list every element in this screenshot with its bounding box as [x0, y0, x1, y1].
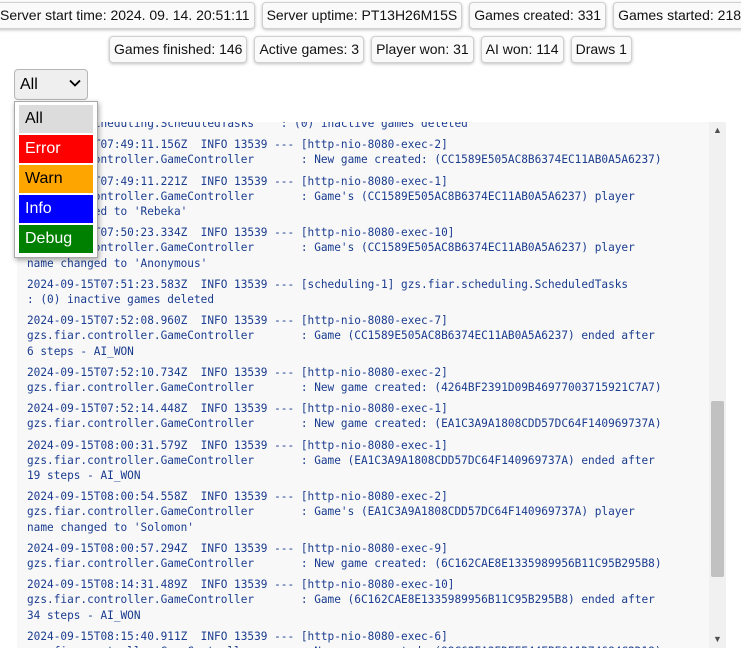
stat-active-games: Active games: 3: [254, 36, 365, 63]
log-panel[interactable]: gzs.fiar.scheduling.ScheduledTasks : (0)…: [17, 122, 726, 648]
log-output: gzs.fiar.scheduling.ScheduledTasks : (0)…: [27, 122, 704, 648]
option-debug[interactable]: Debug: [19, 225, 93, 253]
stat-games-finished: Games finished: 146: [109, 36, 248, 63]
stats-row-1: Server start time: 2024. 09. 14. 20:51:1…: [0, 2, 741, 29]
stat-games-created: Games created: 331: [469, 2, 607, 29]
log-entry: 2024-09-15T07:52:14.448Z INFO 13539 --- …: [27, 402, 662, 431]
option-info[interactable]: Info: [19, 195, 93, 223]
log-entry: 2024-09-15T08:00:54.558Z INFO 13539 --- …: [27, 490, 635, 534]
stat-server-start-time: Server start time: 2024. 09. 14. 20:51:1…: [0, 2, 255, 29]
scrollbar[interactable]: ▲ ▼: [709, 122, 726, 648]
stat-draws: Draws 1: [570, 36, 632, 63]
scroll-up-arrow-icon[interactable]: ▲: [709, 122, 726, 139]
scroll-thumb[interactable]: [711, 401, 724, 577]
scroll-down-arrow-icon[interactable]: ▼: [709, 631, 726, 648]
log-entry: 2024-09-15T07:51:23.583Z INFO 13539 --- …: [27, 277, 629, 307]
stat-ai-won: AI won: 114: [480, 36, 564, 63]
log-entry: 2024-09-15T08:15:40.911Z INFO 13539 --- …: [27, 629, 662, 648]
stat-games-started: Games started: 218: [613, 2, 741, 29]
log-entry: 2024-09-15T07:49:11.156Z INFO 13539 --- …: [27, 138, 662, 167]
log-entry: gzs.fiar.scheduling.ScheduledTasks : (0)…: [27, 122, 468, 130]
chevron-down-icon: [69, 79, 81, 87]
log-level-select[interactable]: All: [14, 69, 88, 100]
log-entry: 2024-09-15T08:14:31.489Z INFO 13539 --- …: [27, 578, 655, 622]
option-error[interactable]: Error: [19, 135, 93, 163]
log-entry: 2024-09-15T07:50:23.334Z INFO 13539 --- …: [27, 226, 635, 270]
log-entry: 2024-09-15T07:52:08.960Z INFO 13539 --- …: [27, 314, 655, 358]
log-entry: 2024-09-15T07:52:10.734Z INFO 13539 --- …: [27, 365, 662, 395]
log-entry: 2024-09-15T08:00:57.294Z INFO 13539 --- …: [27, 541, 662, 571]
stats-row-2: Games finished: 146 Active games: 3 Play…: [0, 36, 741, 63]
stat-server-uptime: Server uptime: PT13H26M15S: [261, 2, 463, 29]
log-entry: 2024-09-15T07:49:11.221Z INFO 13539 --- …: [27, 174, 635, 219]
log-level-dropdown: All Error Warn Info Debug: [14, 101, 98, 258]
log-entry: 2024-09-15T08:00:31.579Z INFO 13539 --- …: [27, 438, 655, 483]
option-all[interactable]: All: [19, 105, 93, 133]
log-level-selected: All: [20, 76, 38, 93]
option-warn[interactable]: Warn: [19, 165, 93, 193]
stat-player-won: Player won: 31: [371, 36, 474, 63]
